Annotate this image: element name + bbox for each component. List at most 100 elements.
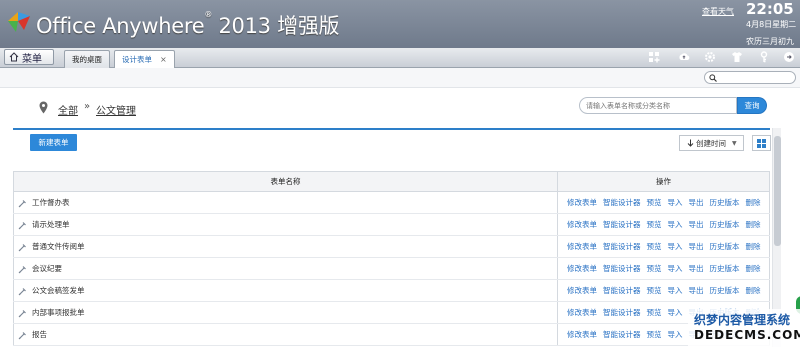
operation-link[interactable]: 智能设计器: [603, 286, 641, 295]
column-header-operations: 操作: [557, 171, 770, 192]
operation-link[interactable]: 删除: [746, 264, 761, 273]
operation-link[interactable]: 智能设计器: [603, 264, 641, 273]
operation-link[interactable]: 删除: [746, 198, 761, 207]
lunar-date: 农历三月初九: [746, 37, 794, 46]
operations-cell: 修改表单智能设计器预览导入导出历史版本删除: [557, 191, 770, 214]
table-row: 会议纪要 修改表单 智能设计器 预览 导入 导出 历史版本 删除: [13, 257, 770, 280]
table-row: 工作督办表 修改表单 智能设计器 预览 导入 导出 历史版本 删除: [13, 191, 770, 214]
operation-link[interactable]: 导出: [689, 264, 704, 273]
operation-link[interactable]: 修改表单: [567, 264, 597, 273]
operation-link[interactable]: 导出: [689, 286, 704, 295]
form-name[interactable]: 内部事项报批单: [32, 308, 85, 317]
operation-link[interactable]: 历史版本: [710, 286, 740, 295]
form-name[interactable]: 普通文件传阅单: [32, 242, 85, 251]
operations-cell: 修改表单智能设计器预览导入导出历史版本删除: [557, 235, 770, 258]
form-name[interactable]: 会议纪要: [32, 264, 62, 273]
tab-my-desktop[interactable]: 我的桌面: [64, 50, 110, 68]
form-name-cell: 会议纪要: [13, 257, 558, 280]
operation-link[interactable]: 导入: [668, 286, 683, 295]
form-name[interactable]: 公文会稿签发单: [32, 286, 85, 295]
shirt-theme-icon[interactable]: [731, 51, 743, 63]
forms-table: 表单名称 操作 工作督办表 修改表单 智能设计器 预览 导入 导出 历史版本 删除 请示处理单修…: [13, 171, 770, 346]
close-tab-icon[interactable]: ×: [160, 55, 167, 64]
form-icon: [18, 265, 26, 273]
tab-design-form[interactable]: 设计表单 ×: [114, 50, 175, 68]
operation-link[interactable]: 导出: [689, 220, 704, 229]
office-anywhere-logo-icon: [8, 12, 30, 32]
operation-link[interactable]: 修改表单: [567, 198, 597, 207]
breadcrumb-current[interactable]: 公文管理: [96, 102, 136, 117]
operation-link[interactable]: 智能设计器: [603, 308, 641, 317]
operation-link[interactable]: 删除: [746, 242, 761, 251]
search-button[interactable]: 查询: [737, 97, 767, 114]
form-name[interactable]: 报告: [32, 330, 47, 339]
form-name-cell: 请示处理单: [13, 213, 558, 236]
operations-cell: 修改表单智能设计器预览导入导出历史版本删除: [557, 257, 770, 280]
operation-link[interactable]: 历史版本: [710, 198, 740, 207]
operation-link[interactable]: 预览: [647, 264, 662, 273]
operation-link[interactable]: 导入: [668, 198, 683, 207]
sort-label: 创建时间: [696, 138, 726, 148]
table-row: 公文会稿签发单 修改表单 智能设计器 预览 导入 导出 历史版本 删除: [13, 279, 770, 302]
operation-link[interactable]: 修改表单: [567, 286, 597, 295]
operation-link[interactable]: 修改表单: [567, 308, 597, 317]
scrollbar-thumb[interactable]: [774, 136, 781, 246]
sort-dropdown[interactable]: 创建时间 ▼: [679, 135, 744, 151]
operation-link[interactable]: 修改表单: [567, 242, 597, 251]
operation-link[interactable]: 导入: [668, 220, 683, 229]
operation-link[interactable]: 预览: [647, 242, 662, 251]
cloud-upload-icon[interactable]: [678, 51, 690, 63]
operation-link[interactable]: 修改表单: [567, 330, 597, 339]
form-name-cell: 公文会稿签发单: [13, 279, 558, 302]
menu-label: 菜单: [22, 53, 42, 65]
registered-mark: ®: [204, 10, 213, 19]
table-row: 普通文件传阅单 修改表单 智能设计器 预览 导入 导出 历史版本 删除: [13, 235, 770, 258]
operation-link[interactable]: 智能设计器: [603, 330, 641, 339]
operation-link[interactable]: 历史版本: [710, 220, 740, 229]
operation-link[interactable]: 修改表单: [567, 220, 597, 229]
operation-link[interactable]: 导出: [689, 242, 704, 251]
clock-time: 22:05: [746, 0, 794, 18]
column-header-form-name: 表单名称: [13, 171, 558, 192]
operation-link[interactable]: 预览: [647, 286, 662, 295]
breadcrumb-root[interactable]: 全部: [58, 102, 78, 117]
breadcrumb-separator: »: [84, 101, 91, 112]
operation-link[interactable]: 历史版本: [710, 242, 740, 251]
add-app-icon[interactable]: [648, 51, 660, 63]
operation-link[interactable]: 导出: [689, 198, 704, 207]
operation-link[interactable]: 导入: [668, 330, 683, 339]
operation-link[interactable]: 智能设计器: [603, 220, 641, 229]
gear-icon[interactable]: [704, 51, 716, 63]
form-search-input[interactable]: [579, 97, 737, 114]
new-form-button[interactable]: 新建表单: [30, 134, 77, 151]
operation-link[interactable]: 历史版本: [710, 264, 740, 273]
tab-label: 我的桌面: [72, 55, 102, 64]
operation-link[interactable]: 智能设计器: [603, 242, 641, 251]
logout-icon[interactable]: [783, 51, 795, 63]
operation-link[interactable]: 智能设计器: [603, 198, 641, 207]
operation-link[interactable]: 删除: [746, 220, 761, 229]
global-search-input[interactable]: [704, 71, 796, 84]
form-icon: [18, 199, 26, 207]
app-title: Office Anywhere® 2013 增强版: [36, 10, 340, 40]
weather-link[interactable]: 查看天气: [702, 6, 734, 17]
form-name[interactable]: 工作督办表: [32, 198, 70, 207]
operation-link[interactable]: 导入: [668, 308, 683, 317]
chevron-down-icon: ▼: [732, 139, 737, 147]
operation-link[interactable]: 导入: [668, 242, 683, 251]
operation-link[interactable]: 删除: [746, 286, 761, 295]
operation-link[interactable]: 预览: [647, 220, 662, 229]
grid-view-button[interactable]: [752, 135, 771, 151]
form-icon: [18, 243, 26, 251]
operation-link[interactable]: 预览: [647, 330, 662, 339]
operation-link[interactable]: 导入: [668, 264, 683, 273]
menu-button[interactable]: 菜单: [4, 49, 54, 65]
operation-link[interactable]: 预览: [647, 198, 662, 207]
table-row: 内部事项报批单修改表单智能设计器预览导入导出历史版本删除: [13, 301, 770, 324]
operation-link[interactable]: 预览: [647, 308, 662, 317]
app-version: 2013 增强版: [218, 14, 340, 38]
operations-cell: 修改表单智能设计器预览导入导出历史版本删除: [557, 213, 770, 236]
form-name-cell: 工作督办表: [13, 191, 558, 214]
form-name[interactable]: 请示处理单: [32, 220, 70, 229]
key-icon[interactable]: [758, 51, 770, 63]
